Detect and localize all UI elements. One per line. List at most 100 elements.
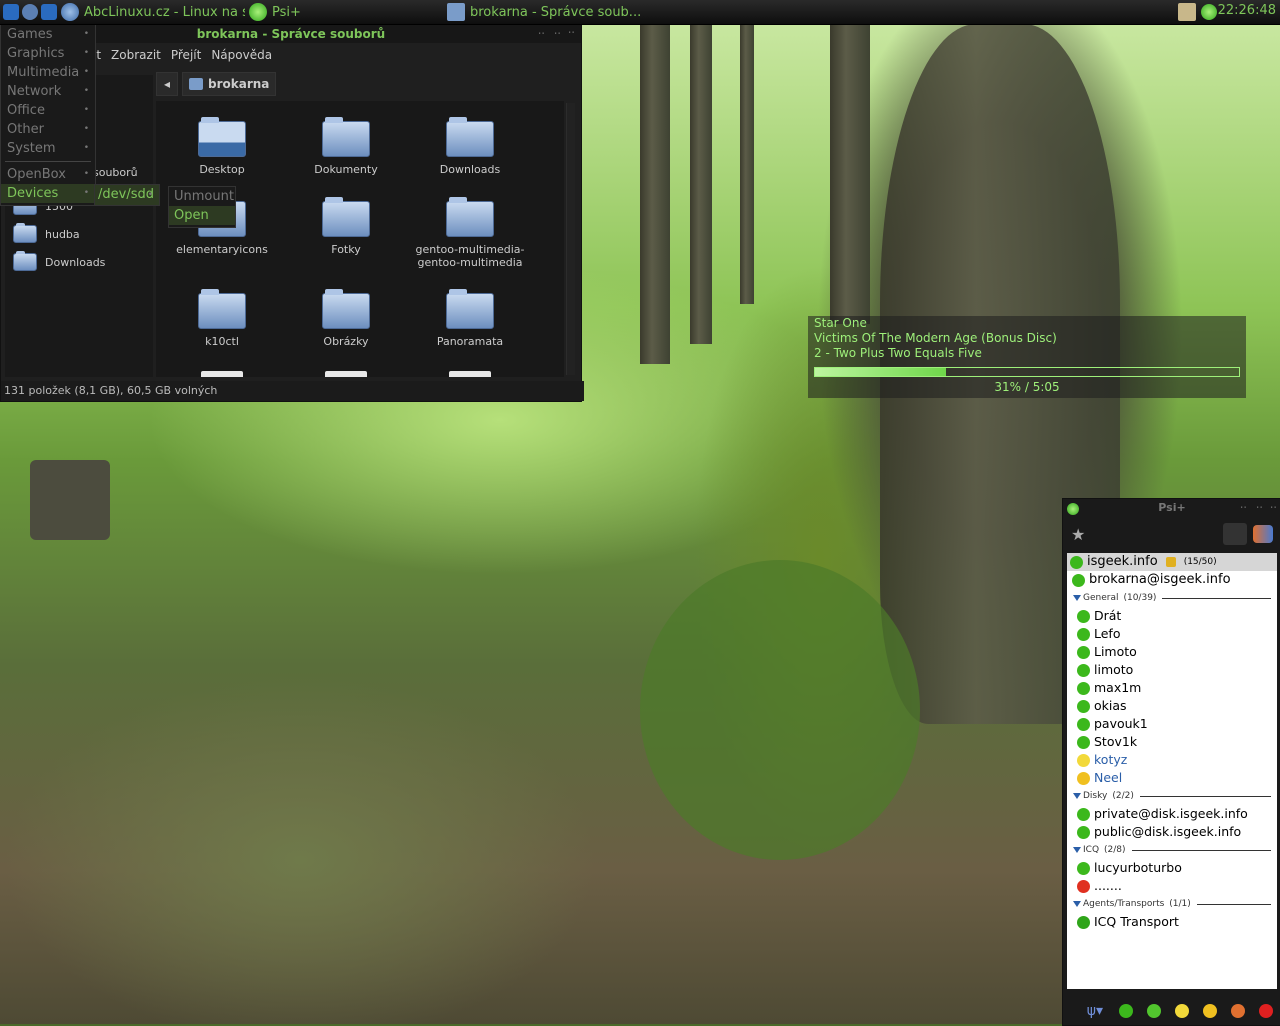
dnd-status-icon [1077,879,1090,893]
contact-row[interactable]: limoto [1067,661,1277,679]
menu-item-unmount[interactable]: Unmount [169,187,235,206]
contact-name: private@disk.isgeek.info [1094,806,1248,821]
file-item-dokumenty[interactable]: Dokumenty [286,117,406,176]
group-header[interactable]: General (10/39) [1067,589,1277,607]
psi-status-bar: ψ▾ [1063,997,1280,1025]
menu-item-label: Other [7,122,44,137]
contact-row[interactable]: Lefo [1067,625,1277,643]
file-item-downloads[interactable]: Downloads [410,117,530,176]
online-status-icon [1077,645,1090,659]
contact-row[interactable]: ICQ Transport [1067,913,1277,931]
contact-name: Limoto [1094,644,1137,659]
group-header[interactable]: ICQ (2/8) [1067,841,1277,859]
taskbar-item-filemanager[interactable]: brokarna - Správce soub... [443,1,661,23]
bookmark-star-icon[interactable]: ★ [1071,525,1085,544]
menu-item-openbox[interactable]: OpenBox • [1,165,95,184]
show-status-icon[interactable] [1223,523,1247,545]
file-item-desktop[interactable]: Desktop [162,117,282,176]
window-menu-icon[interactable]: ⋅⋅ [1240,501,1247,514]
contact-row[interactable]: max1m [1067,679,1277,697]
menu-item-games[interactable]: Games • [1,25,95,44]
menu-item-label: Graphics [7,46,65,61]
status-online-icon[interactable] [1119,1004,1133,1018]
account-label: isgeek.info [1087,554,1158,569]
contact-list: isgeek.info (15/50) brokarna@isgeek.info… [1067,553,1277,989]
menu-item-other[interactable]: Other • [1,120,95,139]
psi-menu-icon[interactable]: ψ▾ [1087,1003,1103,1019]
path-button-label: brokarna [208,77,270,91]
window-menu-icon[interactable]: ⋅⋅ [538,27,545,40]
group-count: (10/39) [1123,593,1157,603]
menu-help[interactable]: Nápověda [211,48,272,62]
menu-item-system[interactable]: System • [1,139,95,158]
group-header[interactable]: Disky (2/2) [1067,787,1277,805]
status-chat-icon[interactable] [1147,1004,1161,1018]
status-xa-icon[interactable] [1203,1004,1217,1018]
contact-row[interactable]: ....... [1067,877,1277,895]
online-status-icon [1077,681,1090,695]
status-dnd-icon[interactable] [1231,1004,1245,1018]
online-status-icon [1077,609,1090,623]
account-row[interactable]: isgeek.info (15/50) [1067,553,1277,571]
self-contact-row[interactable]: brokarna@isgeek.info [1067,571,1277,589]
browser-launcher-icon[interactable] [22,4,38,20]
contact-row[interactable]: public@disk.isgeek.info [1067,823,1277,841]
menu-view[interactable]: Zobrazit [111,48,161,62]
sidebar-item-hudba[interactable]: hudba [13,223,80,243]
menu-item-office[interactable]: Office • [1,101,95,120]
partial-file-icon[interactable] [201,371,243,377]
file-item-fotky[interactable]: Fotky [286,197,406,256]
psi-tray-icon[interactable] [1201,4,1217,20]
sidebar-item-filesystem[interactable]: souborů [93,166,138,179]
file-item-panoramata[interactable]: Panoramata [410,289,530,348]
menu-item-devices[interactable]: Devices • [1,184,95,203]
contact-row[interactable]: pavouk1 [1067,715,1277,733]
file-item-gentoo-multimedia[interactable]: gentoo-multimedia-gentoo-multimedia [410,197,530,269]
contact-name: lucyurboturbo [1094,860,1182,875]
contact-row[interactable]: okias [1067,697,1277,715]
taskbar-item-browser[interactable]: AbcLinuxu.cz - Linux na s... [57,1,245,23]
contacts-icon[interactable] [1253,525,1273,543]
contact-row[interactable]: Limoto [1067,643,1277,661]
status-away-icon[interactable] [1175,1004,1189,1018]
window-title: Psi+ [1158,501,1186,514]
gentoo-menu-icon[interactable] [3,4,19,20]
menu-item-label: /dev/sdd [98,187,154,202]
sidebar-item-downloads[interactable]: Downloads [13,251,105,271]
account-count: (15/50) [1183,557,1217,567]
contact-row[interactable]: Stov1k [1067,733,1277,751]
contact-name: kotyz [1094,752,1128,767]
lock-icon [1165,557,1176,567]
close-icon[interactable]: ⋅⋅ [1270,501,1277,514]
partial-file-icon[interactable] [325,371,367,377]
contact-name: okias [1094,698,1127,713]
taskbar-item-label: Psi+ [272,4,301,20]
maximize-icon[interactable]: ⋅⋅ [554,27,561,40]
contact-row[interactable]: Neel [1067,769,1277,787]
folder-icon [198,289,246,329]
contact-row[interactable]: lucyurboturbo [1067,859,1277,877]
file-item-k10ctl[interactable]: k10ctl [162,289,282,348]
taskbar-item-psi[interactable]: Psi+ [245,1,443,23]
contact-row[interactable]: Drát [1067,607,1277,625]
partial-file-icon[interactable] [449,371,491,377]
menu-item-dev-sdd[interactable]: /dev/sdd • [95,185,159,205]
contact-row[interactable]: private@disk.isgeek.info [1067,805,1277,823]
scrollbar[interactable] [566,103,575,375]
menu-go[interactable]: Přejít [171,48,201,62]
close-icon[interactable]: ⋅⋅ [568,26,575,39]
menu-item-graphics[interactable]: Graphics • [1,44,95,63]
contact-name: max1m [1094,680,1142,695]
path-button-brokarna[interactable]: brokarna [182,72,277,96]
contact-row[interactable]: kotyz [1067,751,1277,769]
status-offline-icon[interactable] [1259,1004,1273,1018]
group-header[interactable]: Agents/Transports (1/1) [1067,895,1277,913]
menu-item-multimedia[interactable]: Multimedia • [1,63,95,82]
maximize-icon[interactable]: ⋅⋅ [1256,501,1263,514]
menu-item-network[interactable]: Network • [1,82,95,101]
psi-launcher-icon[interactable] [41,4,57,20]
path-back-button[interactable]: ◂ [156,72,178,96]
menu-item-open[interactable]: Open [169,206,235,225]
clipboard-icon[interactable] [1178,3,1196,21]
file-item-obrazky[interactable]: Obrázky [286,289,406,348]
